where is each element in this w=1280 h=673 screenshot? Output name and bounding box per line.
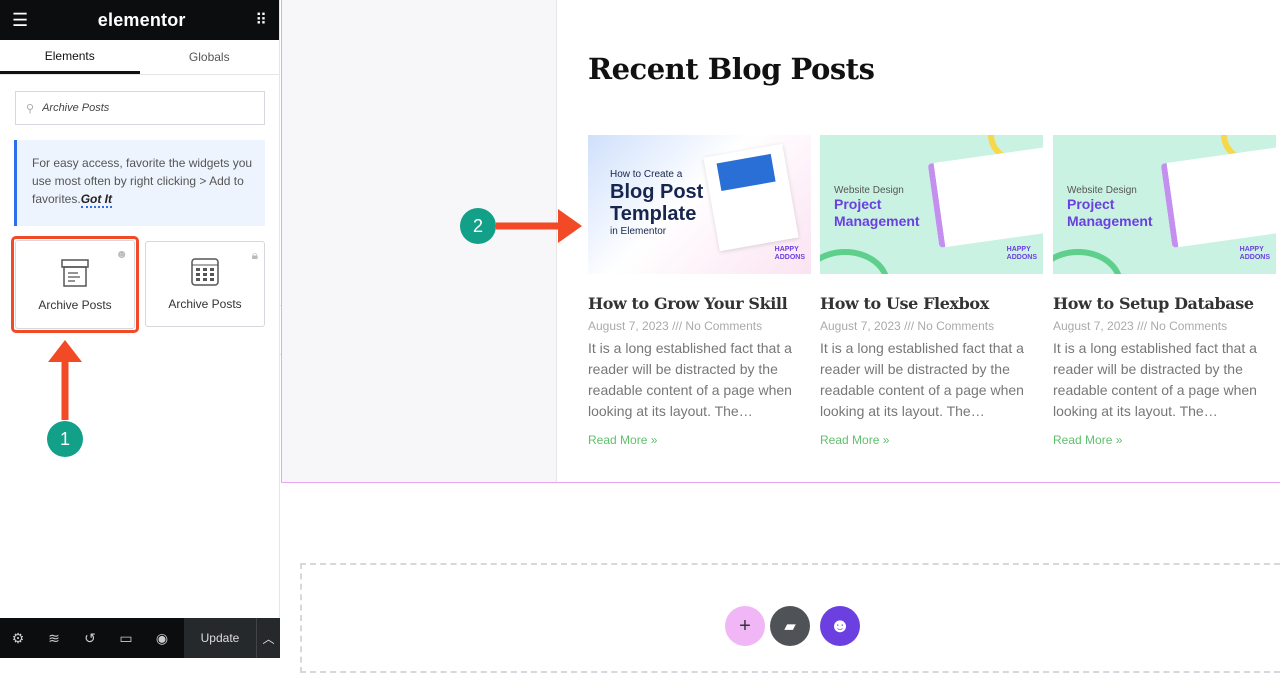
step-badge-2: 2 [460,208,496,244]
arrow-2-head [558,209,582,243]
step-badge-1: 1 [47,421,83,457]
annotation-arrows [48,209,582,420]
arrow-1-head [48,340,82,362]
